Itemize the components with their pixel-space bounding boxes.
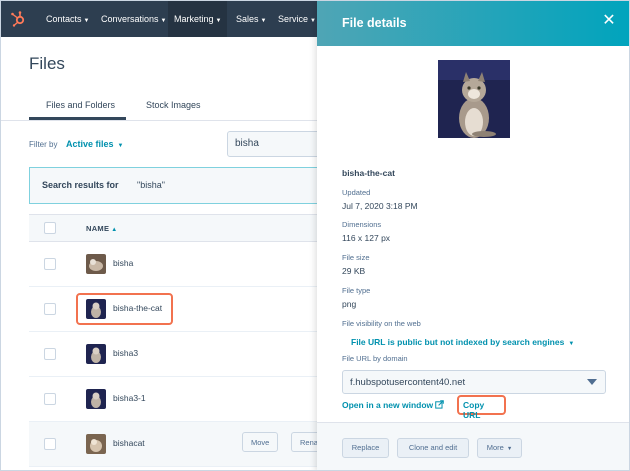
file-name[interactable]: bisha	[113, 258, 133, 268]
caret-down-icon	[587, 379, 597, 385]
file-type-value: png	[342, 299, 357, 309]
chevron-down-icon: ▼	[310, 18, 316, 24]
column-header-name[interactable]: NAME ▲	[86, 224, 118, 233]
panel-footer: Replace Clone and edit More ▼	[317, 422, 629, 470]
close-icon[interactable]: ✕	[601, 13, 617, 29]
nav-marketing-label: Marketing	[174, 14, 214, 24]
external-link-icon[interactable]	[435, 400, 444, 409]
chevron-down-icon: ▼	[83, 18, 90, 24]
row-checkbox[interactable]	[44, 303, 56, 315]
caret-down-icon: ▼	[506, 446, 513, 452]
table-header: NAME ▲	[29, 214, 329, 242]
chevron-down-icon: ▼	[260, 18, 267, 24]
file-thumbnail	[86, 434, 106, 454]
file-preview-image	[438, 60, 510, 138]
updated-label: Updated	[342, 188, 371, 197]
file-name[interactable]: bisha3	[113, 348, 138, 358]
file-size-label: File size	[342, 253, 370, 262]
row-checkbox[interactable]	[44, 348, 56, 360]
hubspot-logo-icon[interactable]	[9, 10, 27, 28]
filter-label: Filter by	[29, 140, 58, 149]
nav-sales-label: Sales	[236, 14, 259, 24]
file-name-heading: bisha-the-cat	[342, 168, 395, 178]
table-row[interactable]: bisha-the-cat	[29, 287, 329, 332]
nav-conversations[interactable]: Conversations ▼	[95, 1, 172, 37]
visibility-dropdown[interactable]: File URL is public but not indexed by se…	[351, 337, 574, 347]
file-thumbnail	[86, 299, 106, 319]
file-type-label: File type	[342, 286, 371, 295]
domain-select-value: f.hubspotusercontent40.net	[350, 377, 466, 388]
search-results-label: Search results for	[42, 180, 119, 190]
table-row[interactable]: bisha3-1	[29, 377, 329, 422]
tab-files-and-folders[interactable]: Files and Folders	[46, 100, 115, 110]
file-name[interactable]: bishacat	[113, 438, 145, 448]
domain-select[interactable]: f.hubspotusercontent40.net	[342, 370, 606, 394]
nav-sales[interactable]: Sales ▼	[230, 1, 272, 37]
move-button[interactable]: Move	[242, 432, 279, 452]
updated-value: Jul 7, 2020 3:18 PM	[342, 201, 418, 211]
visibility-dropdown-value: File URL is public but not indexed by se…	[351, 337, 565, 347]
more-button[interactable]: More ▼	[477, 438, 522, 458]
select-all-checkbox[interactable]	[44, 222, 56, 234]
domain-label: File URL by domain	[342, 354, 408, 363]
replace-button[interactable]: Replace	[342, 438, 389, 458]
row-checkbox[interactable]	[44, 438, 56, 450]
file-details-panel: File details ✕ bisha-the-cat Updated Jul…	[317, 1, 629, 470]
column-header-name-label: NAME	[86, 224, 110, 233]
panel-header: File details ✕	[317, 1, 629, 46]
visibility-label: File visibility on the web	[342, 319, 421, 328]
table-row[interactable]: bisha	[29, 242, 329, 287]
file-thumbnail	[86, 389, 106, 409]
filter-dropdown[interactable]: Active files ▼	[66, 139, 123, 149]
file-name[interactable]: bisha3-1	[113, 393, 146, 403]
nav-service-label: Service	[278, 14, 309, 24]
search-results-query: "bisha"	[137, 180, 165, 190]
nav-contacts[interactable]: Contacts ▼	[40, 1, 95, 37]
tabs-divider	[1, 120, 317, 121]
nav-conversations-label: Conversations	[101, 14, 159, 24]
filter-dropdown-value: Active files	[66, 139, 114, 149]
search-input[interactable]: bisha	[227, 131, 327, 157]
file-name[interactable]: bisha-the-cat	[113, 303, 162, 313]
table-row[interactable]: bisha3	[29, 332, 329, 377]
nav-contacts-label: Contacts	[46, 14, 82, 24]
open-in-new-window-link[interactable]: Open in a new window	[342, 400, 433, 410]
caret-down-icon: ▼	[117, 143, 124, 149]
copy-url-button[interactable]: Copy URL	[457, 395, 506, 420]
chevron-down-icon: ▼	[160, 18, 167, 24]
caret-down-icon: ▼	[568, 341, 575, 347]
sort-ascending-icon: ▲	[111, 227, 118, 233]
file-size-value: 29 KB	[342, 266, 366, 276]
tab-stock-images[interactable]: Stock Images	[146, 100, 201, 110]
panel-title: File details	[342, 16, 407, 30]
file-thumbnail	[86, 344, 106, 364]
more-button-label: More	[486, 443, 504, 452]
table-row[interactable]: bishacat Move Rena	[29, 422, 331, 467]
chevron-down-icon: ▼	[215, 18, 222, 24]
search-input-value: bisha	[235, 138, 259, 149]
dimensions-label: Dimensions	[342, 220, 382, 229]
copy-url-label: Copy URL	[463, 400, 485, 420]
nav-marketing[interactable]: Marketing ▼	[168, 1, 228, 37]
page-title: Files	[29, 54, 65, 73]
row-checkbox[interactable]	[44, 393, 56, 405]
clone-and-edit-button[interactable]: Clone and edit	[397, 438, 469, 458]
nav-service[interactable]: Service ▼	[272, 1, 322, 37]
search-results-banner: Search results for "bisha"	[29, 167, 329, 204]
app-window: Contacts ▼ Conversations ▼ Marketing ▼ Sale…	[0, 0, 630, 471]
file-thumbnail	[86, 254, 106, 274]
dimensions-value: 116 x 127 px	[342, 233, 391, 243]
row-checkbox[interactable]	[44, 258, 56, 270]
